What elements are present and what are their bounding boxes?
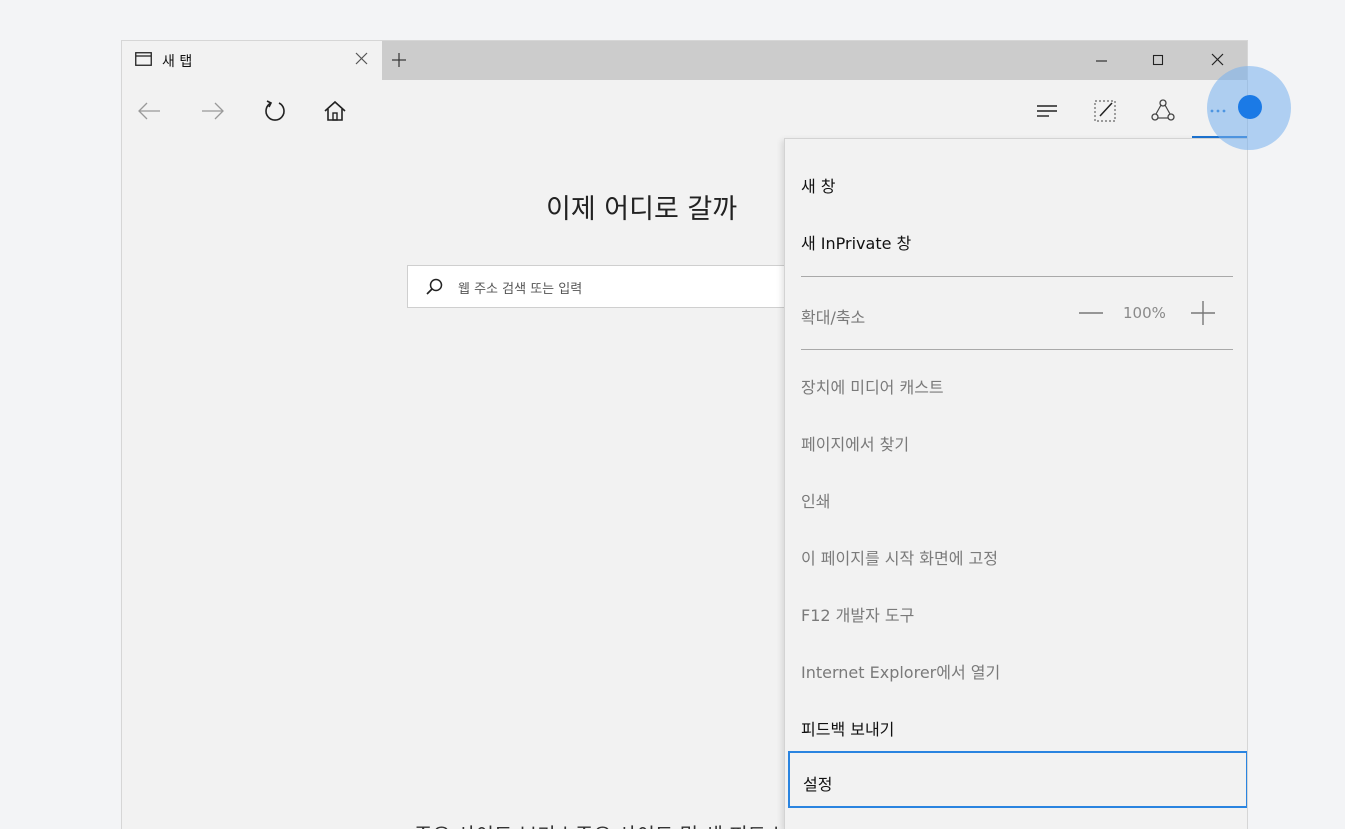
home-icon[interactable] bbox=[322, 98, 348, 124]
navigation-bar bbox=[122, 80, 1247, 138]
maximize-icon[interactable] bbox=[1148, 50, 1168, 70]
zoom-level: 100% bbox=[1123, 304, 1166, 322]
menu-item-open-in-ie[interactable]: Internet Explorer에서 열기 bbox=[801, 659, 1000, 683]
top-sites-links[interactable]: 주요 사이트 보기 | 주요 사이트 및 새 피드 보기 bbox=[414, 819, 809, 829]
menu-item-new-window[interactable]: 새 창 bbox=[801, 173, 836, 197]
menu-item-find-on-page[interactable]: 페이지에서 찾기 bbox=[801, 431, 909, 455]
tab-title: 새 탭 bbox=[162, 54, 193, 70]
zoom-in-icon[interactable] bbox=[1189, 299, 1217, 327]
search-placeholder: 웹 주소 검색 또는 입력 bbox=[458, 282, 583, 297]
title-bar: 새 탭 bbox=[122, 41, 1247, 80]
web-note-icon[interactable] bbox=[1092, 98, 1118, 124]
menu-item-pin-to-start[interactable]: 이 페이지를 시작 화면에 고정 bbox=[801, 545, 998, 569]
menu-item-settings[interactable]: 설정 bbox=[788, 751, 1247, 808]
zoom-out-icon[interactable] bbox=[1077, 303, 1105, 323]
page-heading: 이제 어디로 갈까 bbox=[546, 194, 738, 225]
forward-arrow-icon[interactable] bbox=[200, 98, 226, 124]
tab-page-icon bbox=[135, 52, 152, 66]
back-arrow-icon[interactable] bbox=[136, 98, 162, 124]
menu-divider bbox=[801, 349, 1233, 350]
search-input[interactable]: 웹 주소 검색 또는 입력 bbox=[407, 265, 827, 308]
hub-icon[interactable] bbox=[1034, 98, 1060, 124]
menu-item-feedback[interactable]: 피드백 보내기 bbox=[801, 716, 894, 740]
more-menu: 새 창 새 InPrivate 창 확대/축소 100% 장치에 미디어 캐스트… bbox=[784, 138, 1247, 829]
menu-zoom-label: 확대/축소 bbox=[801, 308, 866, 327]
menu-divider bbox=[801, 276, 1233, 277]
menu-item-cast[interactable]: 장치에 미디어 캐스트 bbox=[801, 374, 944, 398]
share-icon[interactable] bbox=[1150, 98, 1176, 124]
tab-close-icon[interactable] bbox=[352, 49, 372, 69]
menu-item-print[interactable]: 인쇄 bbox=[801, 488, 830, 512]
tap-indicator-dot bbox=[1238, 95, 1262, 119]
new-tab-plus-icon[interactable] bbox=[388, 49, 410, 71]
browser-window: 새 탭 이제 어디로 갈까 웹 주소 검색 또는 입력 새 창 새 InPriv… bbox=[121, 40, 1248, 829]
refresh-icon[interactable] bbox=[262, 98, 288, 124]
search-icon bbox=[424, 277, 444, 297]
tab-new-tab[interactable]: 새 탭 bbox=[122, 41, 382, 80]
minimize-icon[interactable] bbox=[1092, 50, 1112, 70]
close-window-icon[interactable] bbox=[1208, 50, 1228, 70]
menu-item-devtools[interactable]: F12 개발자 도구 bbox=[801, 602, 914, 626]
menu-item-new-inprivate[interactable]: 새 InPrivate 창 bbox=[801, 230, 911, 254]
